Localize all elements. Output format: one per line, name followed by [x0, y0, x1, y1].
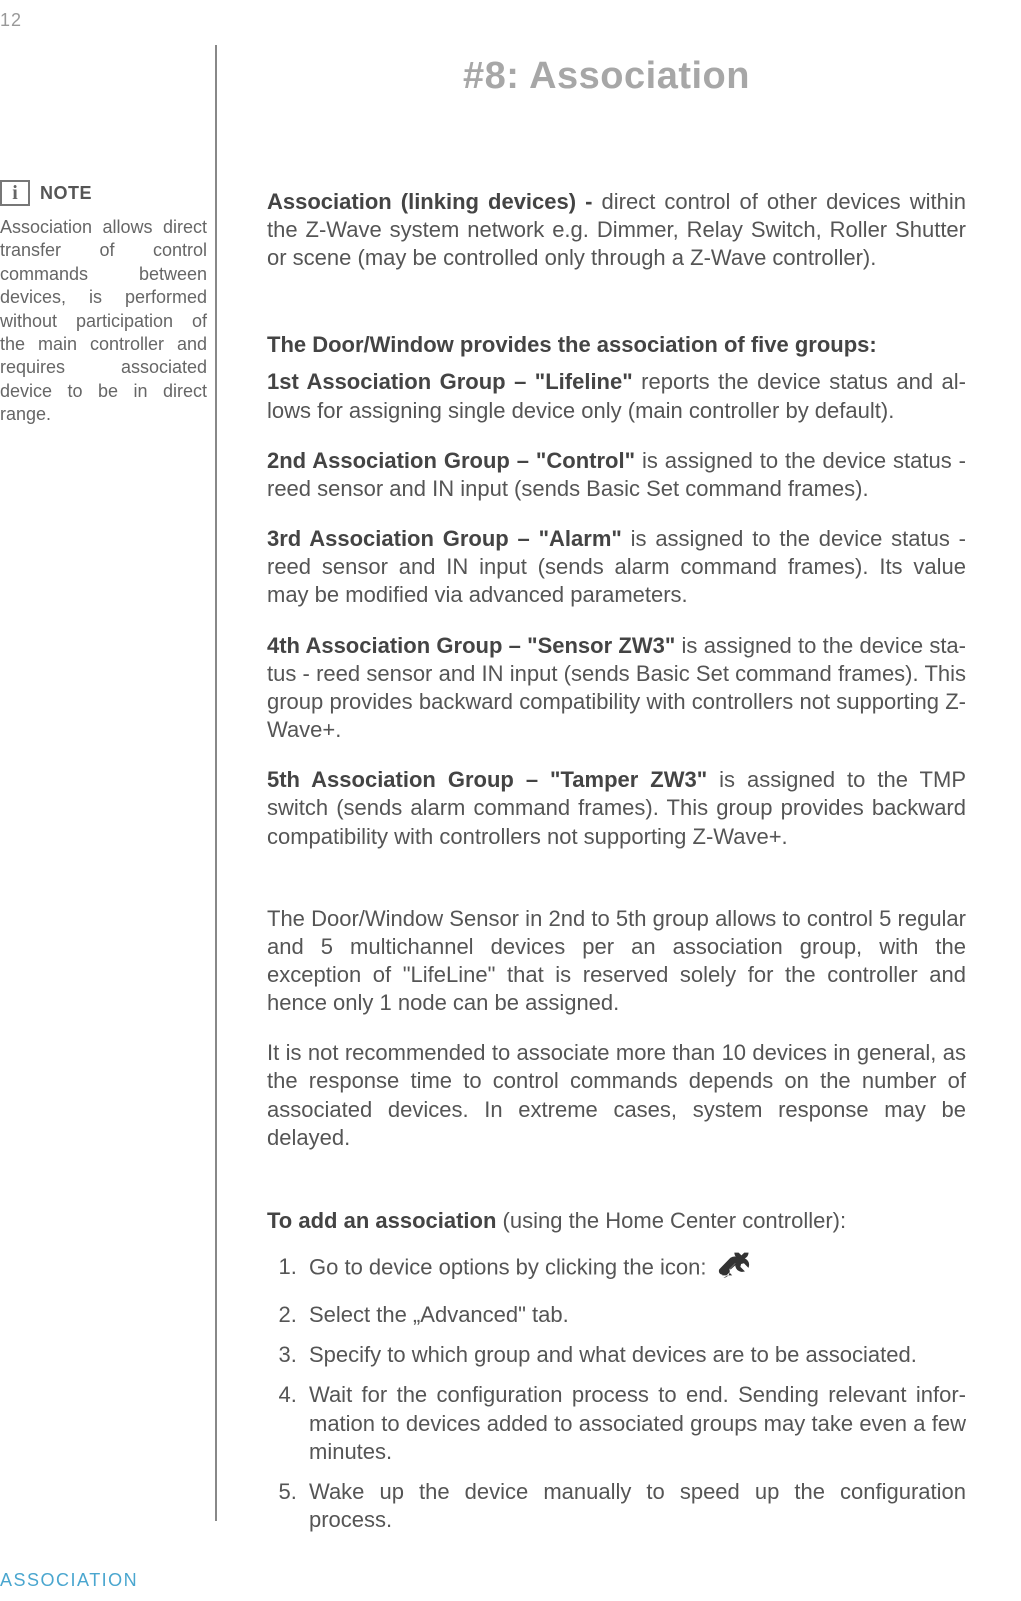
note-header: i NOTE	[0, 180, 207, 206]
add-intro-bold: To add an association	[267, 1208, 503, 1233]
intro-paragraph: Association (linking devices) - direct c…	[267, 188, 966, 272]
footer-section-name: ASSOCIATION	[0, 1570, 138, 1591]
note-label: NOTE	[40, 183, 92, 204]
main-content: #8: Association Association (linking dev…	[217, 0, 1021, 1541]
info-icon: i	[0, 180, 30, 206]
intro-bold: Association (linking devices) -	[267, 189, 602, 214]
group-2-bold: 2nd Association Group – "Control"	[267, 448, 642, 473]
groups-heading: The Door/Window provides the association…	[267, 332, 966, 358]
add-association-intro: To add an association (using the Home Ce…	[267, 1208, 966, 1234]
content-wrap: i NOTE Association allows di­rect transf…	[0, 0, 1021, 1541]
step-1: Go to device options by clicking the ico…	[303, 1248, 966, 1289]
step-1-text: Go to device options by clicking the ico…	[309, 1254, 706, 1279]
wrench-icon	[717, 1248, 751, 1289]
note-body: Association allows di­rect transfer of c…	[0, 216, 207, 427]
step-2: Select the „Advanced" tab.	[303, 1301, 966, 1329]
group-5: 5th Association Group – "Tamper ZW3" is …	[267, 766, 966, 850]
page-title: #8: Association	[247, 55, 966, 98]
group-2: 2nd Association Group – "Control" is ass…	[267, 447, 966, 503]
add-intro-rest: (using the Home Center controller):	[503, 1208, 847, 1233]
steps-list: Go to device options by clicking the ico…	[267, 1248, 966, 1534]
note-after-2: It is not recommended to associate more …	[267, 1039, 966, 1152]
group-1-bold: 1st Association Group – "Lifeline"	[267, 369, 641, 394]
group-5-bold: 5th Association Group – "Tamper ZW3"	[267, 767, 719, 792]
group-4: 4th Association Group – "Sensor ZW3" is …	[267, 632, 966, 745]
step-4: Wait for the configuration process to en…	[303, 1381, 966, 1465]
note-after-1: The Door/Window Sensor in 2nd to 5th gro…	[267, 905, 966, 1018]
group-3-bold: 3rd Association Group – "Alarm"	[267, 526, 631, 551]
step-3: Specify to which group and what devices …	[303, 1341, 966, 1369]
group-3: 3rd Association Group – "Alarm" is assig…	[267, 525, 966, 609]
group-1: 1st Association Group – "Lifeline" repor…	[267, 368, 966, 424]
sidebar: i NOTE Association allows di­rect transf…	[0, 0, 215, 1541]
group-4-bold: 4th Association Group – "Sensor ZW3"	[267, 633, 682, 658]
step-5: Wake up the device manually to speed up …	[303, 1478, 966, 1534]
